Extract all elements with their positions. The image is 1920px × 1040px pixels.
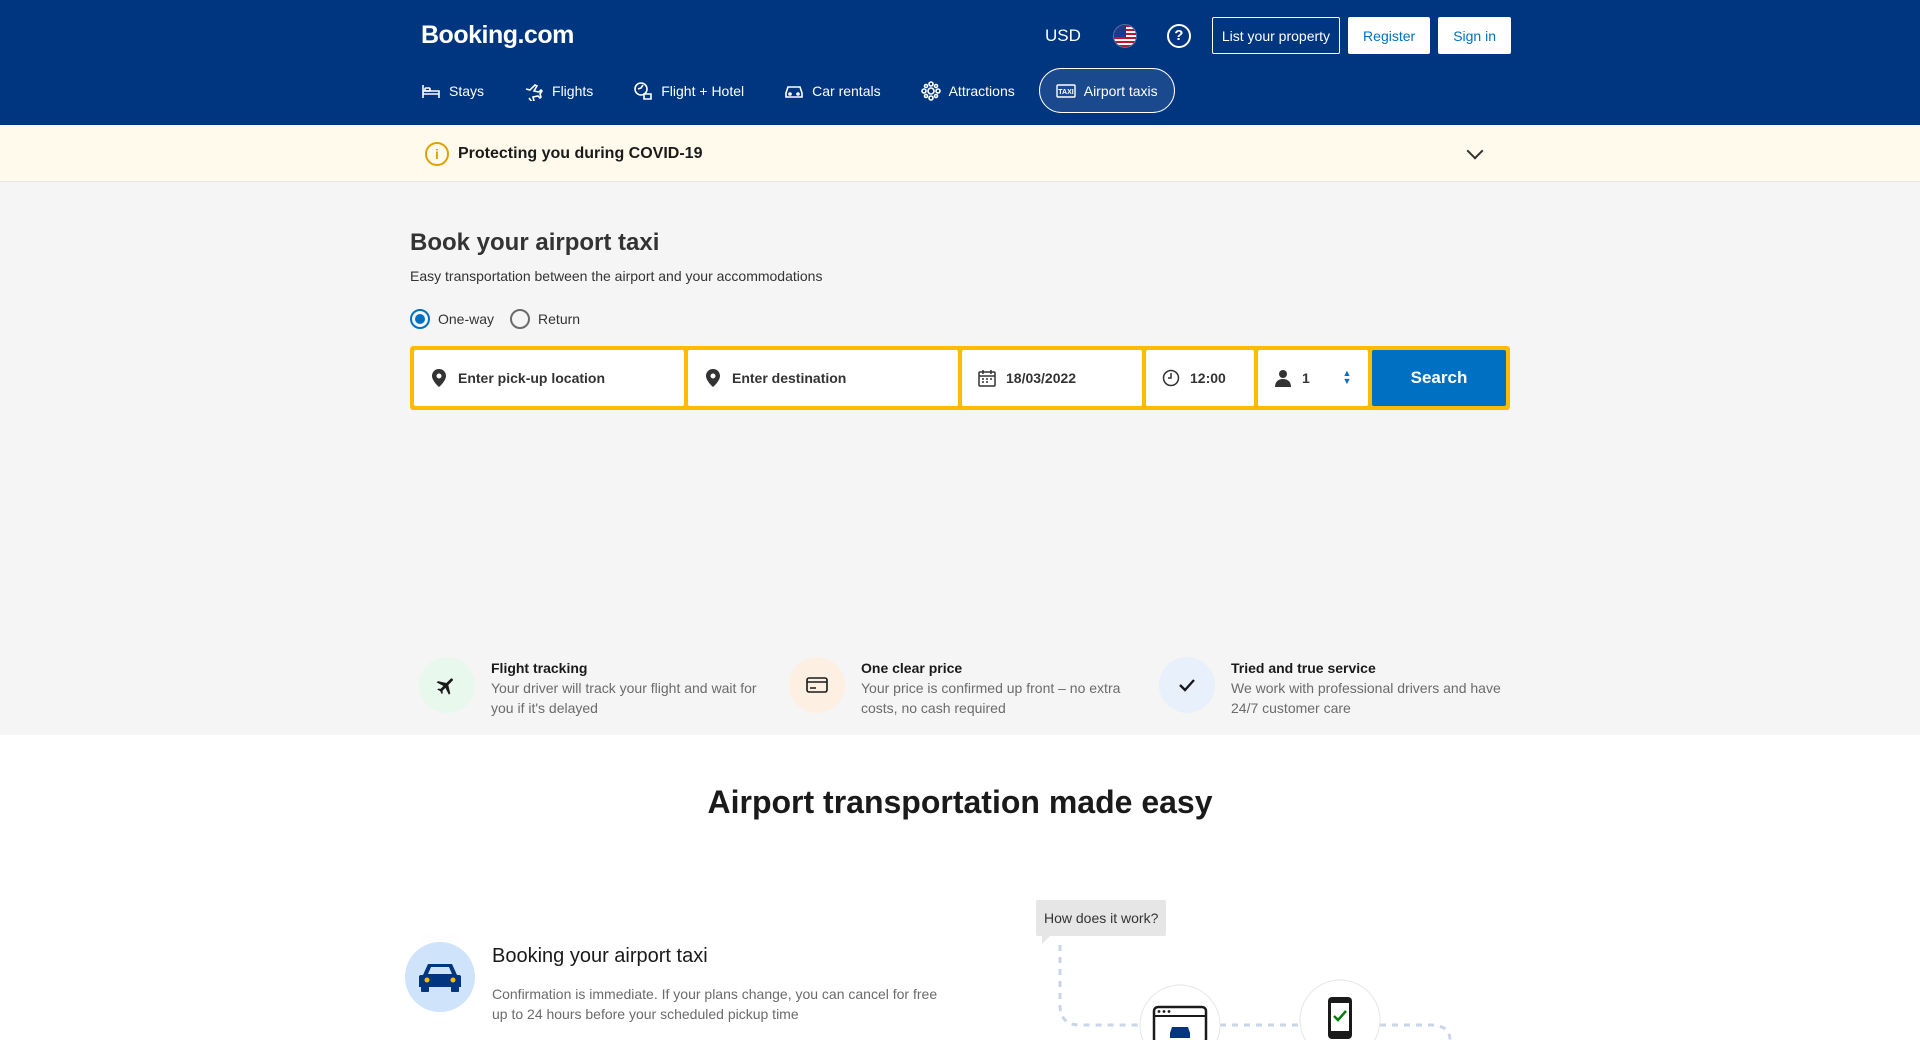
search-button[interactable]: Search [1372,350,1506,406]
feature-title: Tried and true service [1231,660,1376,676]
nav-item-attractions[interactable]: Attractions [920,68,1031,113]
booking-illustration [1058,945,1452,1040]
hero-section: Book your airport taxi Easy transportati… [0,182,1920,735]
pickup-placeholder: Enter pick-up location [458,370,606,386]
page-title: Book your airport taxi [410,229,660,256]
covid-banner-title: Protecting you during COVID-19 [458,144,703,162]
us-flag-icon[interactable] [1112,23,1137,48]
phone-check-icon [1299,979,1381,1040]
date-field[interactable]: 18/03/2022 [962,350,1142,406]
nav-label: Flight + Hotel [661,82,745,99]
step-booking: Booking your airport taxi Confirmation i… [405,942,952,1024]
taxi-icon: TAXI [1056,81,1076,101]
feature-tried-true: Tried and true service We work with prof… [1159,657,1529,718]
nav-item-stays[interactable]: Stays [421,68,500,113]
info-icon: i [425,141,449,166]
how-it-works-tooltip: How does it work? [1036,900,1167,944]
credit-card-icon [789,657,845,713]
how-it-works-section: Airport transportation made easy Booking… [0,735,1920,1040]
feature-flight-tracking: Flight tracking Your driver will track y… [419,657,789,718]
header-actions: USD ? List your property Register Sign i… [1041,17,1511,54]
feature-text: Your price is confirmed up front – no ex… [861,680,1121,716]
date-value: 18/03/2022 [1006,370,1077,386]
header: Booking.com USD ? List your property Reg… [0,0,1920,125]
covid-banner[interactable]: i Protecting you during COVID-19 [0,125,1920,182]
feature-one-clear-price: One clear price Your price is confirmed … [789,657,1159,718]
car-icon [405,942,475,1012]
destination-field[interactable]: Enter destination [688,350,958,406]
list-property-button[interactable]: List your property [1211,17,1341,54]
nav-label: Airport taxis [1083,82,1158,99]
browser-car-icon [1139,984,1221,1040]
destination-placeholder: Enter destination [732,370,847,386]
section-title: Airport transportation made easy [707,784,1213,820]
clock-icon [1162,369,1180,387]
search-bar: Enter pick-up location Enter destination… [410,346,1510,410]
trip-type-radios: One-way Return [410,309,596,329]
nav-label: Attractions [948,82,1015,99]
svg-text:TAXI: TAXI [1058,89,1073,96]
car-icon [784,81,804,101]
calendar-icon [978,369,996,387]
pickup-location-field[interactable]: Enter pick-up location [414,350,684,406]
nav-item-flight-hotel[interactable]: Flight + Hotel [633,68,760,113]
radio-label: Return [538,311,581,327]
feature-title: One clear price [861,660,963,676]
nav-label: Flights [552,82,594,99]
nav-label: Car rentals [812,82,881,99]
bed-icon [421,81,441,101]
currency-selector[interactable]: USD [1041,20,1085,52]
step-text: Confirmation is immediate. If your plans… [492,986,938,1022]
nav-item-car-rentals[interactable]: Car rentals [784,68,896,113]
attractions-icon [920,80,941,101]
radio-return[interactable]: Return [510,309,580,329]
help-icon[interactable]: ? [1166,23,1191,48]
radio-label: One-way [438,311,495,327]
nav-item-flights[interactable]: Flights [524,68,609,113]
step-title: Booking your airport taxi [492,945,708,967]
feature-text: We work with professional drivers and ha… [1231,680,1501,716]
booking-logo[interactable]: Booking.com [421,21,574,50]
passengers-value: 1 [1302,370,1310,386]
location-pin-icon [704,369,722,387]
nav-label: Stays [449,82,485,99]
location-pin-icon [430,369,448,387]
time-field[interactable]: 12:00 [1146,350,1254,406]
plane-icon [524,81,544,101]
radio-dot[interactable] [510,309,531,329]
flight-hotel-icon [633,81,653,101]
nav-item-airport-taxis[interactable]: TAXI Airport taxis [1038,68,1175,113]
radio-one-way[interactable]: One-way [410,309,494,329]
feature-title: Flight tracking [491,660,588,676]
main-nav: Stays Flights Flight + Hotel Car rentals [421,68,1199,113]
chevron-down-icon[interactable] [1466,142,1484,159]
page-subtitle: Easy transportation between the airport … [410,268,823,284]
radio-dot[interactable] [410,309,430,329]
passengers-field[interactable]: 1 ▲ ▼ [1258,350,1368,406]
sign-in-button[interactable]: Sign in [1438,17,1511,54]
stepper-arrows-icon[interactable]: ▲ ▼ [1342,369,1352,386]
feature-text: Your driver will track your flight and w… [491,680,757,716]
plane-icon [419,657,475,713]
features-list: Flight tracking Your driver will track y… [419,657,1529,718]
register-button[interactable]: Register [1348,17,1431,54]
time-value: 12:00 [1190,370,1226,386]
checkmark-icon [1159,657,1215,713]
person-icon [1274,369,1292,387]
